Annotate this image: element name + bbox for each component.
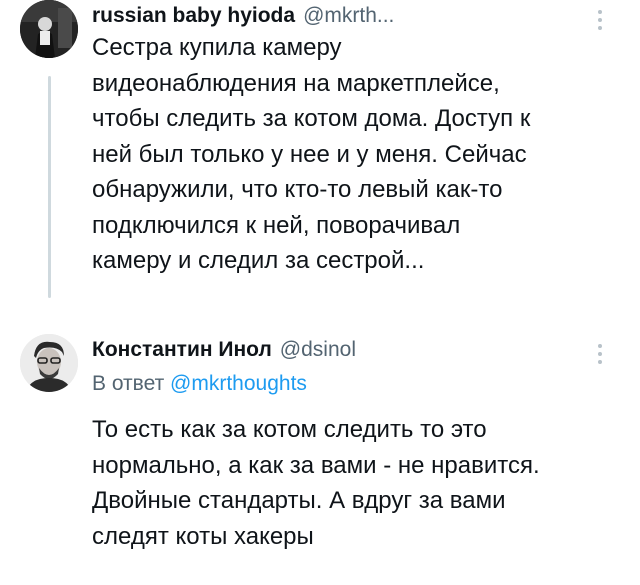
tweet-text: Сестра купила камеру видеонаблюдения на … <box>92 30 632 279</box>
tweet-text-line: подключился к ней, поворачивал <box>92 211 461 239</box>
reply-prefix: В ответ <box>92 372 165 395</box>
avatar-figure-icon <box>20 0 78 58</box>
tweet-text-line: следят коты хакеры <box>92 522 314 550</box>
avatar-portrait-icon <box>20 334 78 392</box>
tweet-header: russian baby hyioda @mkrth... <box>92 4 394 28</box>
tweet-text-line: То есть как за котом следить то это <box>92 416 487 443</box>
more-options-icon[interactable] <box>597 344 603 368</box>
user-avatar-photo-icon[interactable] <box>20 334 78 392</box>
user-avatar-dark-icon[interactable] <box>20 0 78 58</box>
author-handle[interactable]: @mkrth... <box>303 4 394 28</box>
tweet-header: Константин Инол @dsinol <box>92 338 356 362</box>
tweet-text-line: обнаружили, что кто-то левый как-то <box>92 176 503 203</box>
author-name[interactable]: Константин Инол <box>92 338 272 362</box>
tweet-text-line: видеонаблюдения на маркетплейсе, <box>92 69 500 97</box>
tweet-text-line: Двойные стандарты. А вдруг за вами <box>92 487 506 514</box>
author-handle[interactable]: @dsinol <box>280 338 356 362</box>
tweet-text-line: нормально, а как за вами - не нравится. <box>92 451 540 479</box>
reply-context: В ответ @mkrthoughts <box>92 372 307 396</box>
tweet-reply[interactable]: Константин Инол @dsinol В ответ @mkrthou… <box>0 320 640 585</box>
tweet-text-line: камеру и следил за сестрой... <box>92 247 425 274</box>
tweet-text-line: Сестра купила камеру <box>92 34 342 61</box>
tweet-text-line: чтобы следить за котом дома. Доступ к <box>92 105 531 132</box>
tweet-text: То есть как за котом следить то это норм… <box>92 412 632 554</box>
tweet-original[interactable]: russian baby hyioda @mkrth... Сестра куп… <box>0 0 640 305</box>
author-name[interactable]: russian baby hyioda <box>92 4 295 28</box>
tweet-text-line: ней был только у нее и у меня. Сейчас <box>92 140 527 168</box>
reply-mention-link[interactable]: @mkrthoughts <box>170 372 307 395</box>
